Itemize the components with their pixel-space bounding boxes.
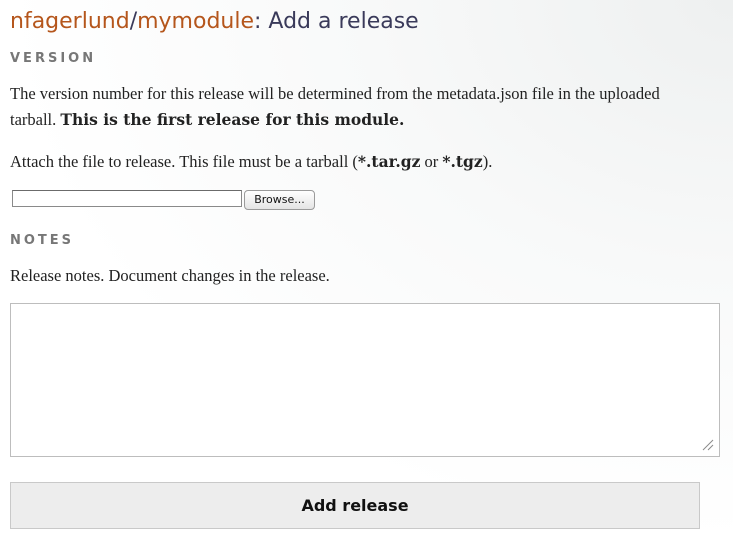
- notes-heading: NOTES: [10, 233, 75, 248]
- notes-description: Release notes. Document changes in the r…: [10, 266, 330, 285]
- breadcrumb-separator: /: [129, 9, 138, 34]
- attach-instructions: Attach the file to release. This file mu…: [10, 149, 492, 175]
- attach-prefix: Attach the file to release. This file mu…: [10, 152, 358, 171]
- owner-link[interactable]: nfagerlund: [10, 9, 130, 34]
- tgz-extension: *.tgz: [442, 152, 483, 171]
- add-release-button[interactable]: Add release: [10, 482, 700, 529]
- browse-button[interactable]: Browse...: [244, 190, 315, 210]
- file-path-input[interactable]: [12, 190, 242, 207]
- first-release-notice: This is the first release for this modul…: [60, 110, 405, 129]
- add-release-form: nfagerlund/mymodule: Add a release VERSI…: [0, 0, 733, 545]
- release-notes-textarea[interactable]: [10, 303, 720, 457]
- page-title: nfagerlund/mymodule: Add a release: [10, 6, 419, 38]
- attach-mid: or: [420, 152, 443, 171]
- module-link[interactable]: mymodule: [137, 9, 254, 34]
- page-title-suffix: : Add a release: [254, 9, 419, 34]
- attach-suffix: ).: [482, 152, 493, 171]
- tar-gz-extension: *.tar.gz: [357, 152, 421, 171]
- version-description: The version number for this release will…: [10, 81, 710, 133]
- resize-grip-icon[interactable]: [700, 437, 714, 451]
- version-heading: VERSION: [10, 51, 97, 66]
